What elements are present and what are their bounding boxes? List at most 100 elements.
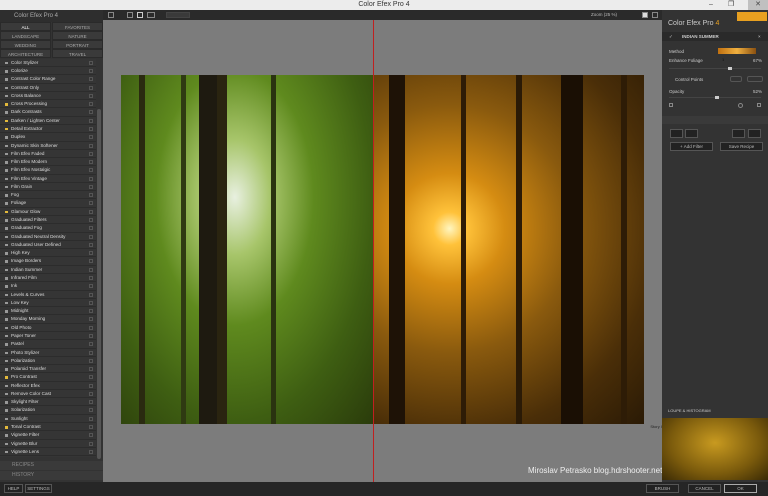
add-favorite-icon[interactable] (89, 201, 93, 206)
filter-item[interactable]: Skylight Filter (0, 398, 96, 407)
loupe-view[interactable] (662, 418, 768, 480)
filter-item[interactable]: Paper Toner (0, 331, 96, 341)
filter-item[interactable]: Vignette Lens (0, 447, 96, 457)
category-landscape[interactable]: LANDSCAPE (0, 31, 51, 40)
add-favorite-icon[interactable] (89, 367, 93, 372)
add-favorite-icon[interactable] (89, 176, 93, 181)
cancel-button[interactable]: CANCEL (688, 484, 721, 493)
category-all[interactable]: ALL (0, 22, 51, 31)
filter-item[interactable]: Dynamic Skin Softener (0, 141, 96, 150)
filter-item[interactable]: Darken / Lighten Center (0, 116, 96, 125)
filter-item[interactable]: Levels & Curves (0, 290, 96, 299)
filter-item[interactable]: Low Key (0, 298, 96, 308)
filter-item[interactable]: Film Grain (0, 182, 96, 192)
zoom-select[interactable]: Zoom (25 %) (591, 12, 617, 17)
filter-item[interactable]: Midnight (0, 307, 96, 316)
add-favorite-icon[interactable] (89, 143, 93, 148)
filter-item[interactable]: Remove Color Cast (0, 389, 96, 399)
filter-list-scrollbar[interactable] (97, 109, 101, 459)
add-favorite-icon[interactable] (89, 85, 93, 90)
filter-item[interactable]: Graduated Fog (0, 224, 96, 233)
filter-item[interactable]: Graduated User Defined (0, 240, 96, 250)
add-favorite-icon[interactable] (89, 209, 93, 214)
filter-item[interactable]: Colorize (0, 67, 96, 76)
compare-button[interactable] (166, 12, 190, 18)
add-favorite-icon[interactable] (89, 276, 93, 280)
add-favorite-icon[interactable] (89, 391, 93, 396)
add-favorite-icon[interactable] (89, 69, 93, 73)
add-favorite-icon[interactable] (89, 358, 93, 363)
filter-item[interactable]: Color Stylizer (0, 59, 96, 67)
filter-item[interactable]: Contrast Color Range (0, 75, 96, 84)
category-favorites[interactable]: FAVORITES (52, 22, 103, 31)
ok-button[interactable]: OK (724, 484, 757, 493)
filter-item[interactable]: Old Photo (0, 323, 96, 332)
filter-item[interactable]: Pro Contrast (0, 373, 96, 382)
filter-item[interactable]: Film Efex Modern (0, 158, 96, 167)
add-favorite-icon[interactable] (89, 126, 93, 131)
remove-filter-icon[interactable]: × (758, 34, 761, 39)
filter-item[interactable]: High Key (0, 249, 96, 258)
side-by-side-icon[interactable] (147, 12, 155, 18)
add-favorite-icon[interactable] (89, 325, 93, 330)
save-recipe-button[interactable]: Save Recipe (720, 142, 763, 151)
add-favorite-icon[interactable] (89, 400, 93, 405)
remove-control-point-button[interactable] (747, 76, 763, 82)
filter-item[interactable]: Film Efex Nostalgic (0, 166, 96, 175)
add-favorite-icon[interactable] (89, 77, 93, 82)
loupe-histogram-header[interactable]: LOUPE & HISTOGRAM (668, 408, 711, 413)
filter-item[interactable]: Duplex (0, 133, 96, 142)
add-favorite-icon[interactable] (89, 184, 93, 189)
filter-item[interactable]: Pastel (0, 340, 96, 349)
opacity-thumb[interactable] (714, 96, 719, 99)
method-selector[interactable]: 1 (718, 48, 756, 62)
single-view-icon[interactable] (127, 12, 133, 18)
add-favorite-icon[interactable] (89, 433, 93, 438)
recipe-button-2[interactable] (685, 129, 698, 138)
add-favorite-icon[interactable] (89, 251, 93, 256)
add-favorite-icon[interactable] (89, 333, 93, 338)
control-points-label[interactable]: Control Points (675, 77, 703, 82)
filter-item[interactable]: Polaroid Transfer (0, 365, 96, 374)
add-favorite-icon[interactable] (89, 168, 93, 173)
add-control-point-button[interactable] (730, 76, 742, 82)
filter-item[interactable]: Monday Morning (0, 315, 96, 324)
filter-item[interactable]: Foliage (0, 199, 96, 208)
category-architecture[interactable]: ARCHITECTURE (0, 49, 51, 58)
settings-button[interactable]: SETTINGS (25, 484, 52, 493)
filter-item[interactable]: Reflector Efex (0, 381, 96, 390)
filter-item[interactable]: Cross Processing (0, 100, 96, 109)
add-favorite-icon[interactable] (89, 317, 93, 322)
add-favorite-icon[interactable] (89, 383, 93, 388)
split-view-icon[interactable] (137, 12, 143, 18)
filter-item[interactable]: Vignette Filter (0, 431, 96, 440)
category-travel[interactable]: TRAVEL (52, 49, 103, 58)
minimize-button[interactable]: – (709, 0, 713, 10)
add-favorite-icon[interactable] (89, 284, 93, 289)
filter-item[interactable]: Film Efex Faded (0, 149, 96, 159)
maximize-button[interactable]: ❐ (728, 0, 734, 10)
filter-item[interactable]: Cross Balance (0, 91, 96, 101)
recipe-button-1[interactable] (670, 129, 683, 138)
recipe-button-4[interactable] (748, 129, 761, 138)
filter-item[interactable]: White Neutralizer (0, 456, 96, 457)
add-favorite-icon[interactable] (89, 102, 93, 107)
filter-item[interactable]: Fog (0, 191, 96, 200)
split-line-handle[interactable] (373, 20, 374, 482)
filter-item[interactable]: Polarization (0, 356, 96, 366)
filter-item[interactable]: Detail Extractor (0, 124, 96, 134)
add-favorite-icon[interactable] (89, 267, 93, 272)
add-favorite-icon[interactable] (89, 342, 93, 347)
opacity-slider[interactable] (669, 96, 761, 99)
fullscreen-icon[interactable] (652, 12, 658, 18)
add-favorite-icon[interactable] (89, 242, 93, 247)
add-favorite-icon[interactable] (89, 110, 93, 115)
add-favorite-icon[interactable] (89, 118, 93, 123)
add-favorite-icon[interactable] (89, 160, 93, 165)
expand-icon[interactable] (757, 103, 761, 107)
filter-item[interactable]: Solarization (0, 406, 96, 415)
filter-item[interactable]: Image Borders (0, 257, 96, 266)
filter-item[interactable]: Vignette Blur (0, 439, 96, 448)
filter-item[interactable]: Glamour Glow (0, 207, 96, 217)
filter-item[interactable]: Ink (0, 282, 96, 291)
